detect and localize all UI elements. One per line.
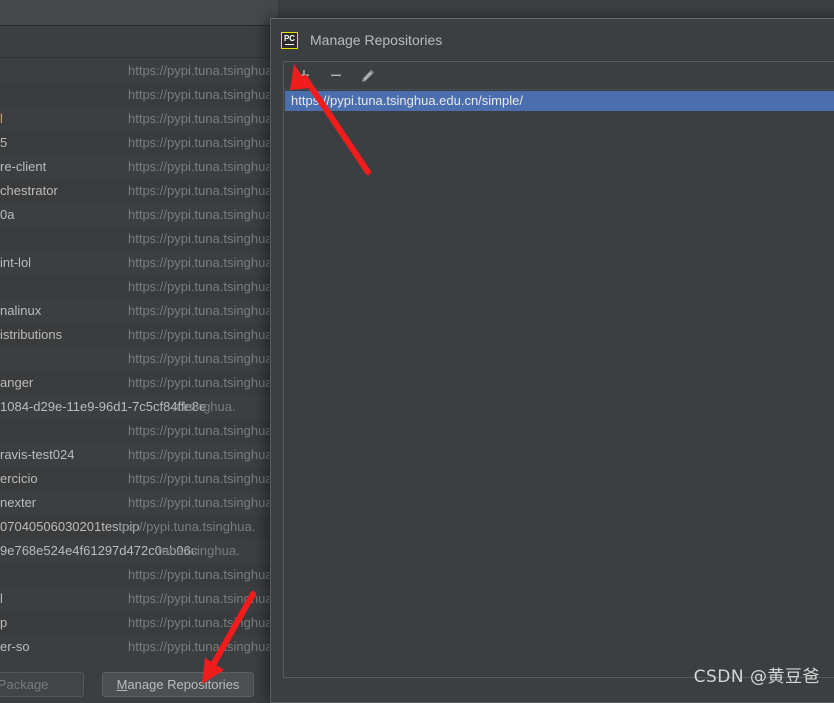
package-repository-url: https://pypi.tuna.tsinghua. <box>128 87 277 102</box>
package-list-row[interactable]: p https://pypi.tuna.tsinghua. <box>0 611 278 635</box>
manage-repositories-button-mnemonic: M <box>116 677 128 692</box>
package-name: ercicio <box>0 471 38 486</box>
package-name: l <box>0 111 3 126</box>
package-list-row[interactable]: l https://pypi.tuna.tsinghua. <box>0 107 278 131</box>
package-list-row[interactable]: https://pypi.tuna.tsinghua. <box>0 275 278 299</box>
package-list-row[interactable]: ercicio https://pypi.tuna.tsinghua. <box>0 467 278 491</box>
add-repository-button[interactable]: + <box>292 64 316 88</box>
package-name: p <box>0 615 8 630</box>
package-list-row[interactable]: https://pypi.tuna.tsinghua. <box>0 563 278 587</box>
pycharm-icon-text: PC <box>283 33 296 43</box>
package-list-row[interactable]: nalinux https://pypi.tuna.tsinghua. <box>0 299 278 323</box>
package-list-row[interactable]: https://pypi.tuna.tsinghua. <box>0 227 278 251</box>
package-repository-url: https://pypi.tuna.tsinghua. <box>128 495 277 510</box>
package-list-row[interactable]: er-utils https://pypi.tuna.tsinghua. <box>0 659 278 660</box>
dialog-title: Manage Repositories <box>310 32 443 48</box>
package-list-row[interactable]: 07040506030201testpip tps://pypi.tuna.tsi… <box>0 515 278 539</box>
package-repository-url: tps://pypi.tuna.tsinghua. <box>118 519 256 534</box>
remove-repository-button[interactable]: − <box>324 64 348 88</box>
package-list-row[interactable]: 9e768e524e4f61297d472c0ab06c tuna.tsinghu… <box>0 539 278 563</box>
package-name: 0a <box>0 207 15 222</box>
package-name: anger <box>0 375 34 390</box>
manage-repositories-button[interactable]: Manage Repositories <box>102 672 254 697</box>
package-list-row[interactable]: l https://pypi.tuna.tsinghua. <box>0 587 278 611</box>
package-list-row[interactable]: 5 https://pypi.tuna.tsinghua. <box>0 131 278 155</box>
package-list-row[interactable]: nexter https://pypi.tuna.tsinghua. <box>0 491 278 515</box>
package-list-row[interactable]: 1084-d29e-11e9-96d1-7c5cf84ffe8e a.tsingh… <box>0 395 278 419</box>
package-repository-url: https://pypi.tuna.tsinghua. <box>128 351 277 366</box>
package-name: nalinux <box>0 303 42 318</box>
dialog-titlebar: PC Manage Repositories <box>271 19 834 61</box>
package-repository-url: tuna.tsinghua. <box>158 543 240 558</box>
package-name: int-lol <box>0 255 32 270</box>
manage-repositories-dialog: PC Manage Repositories + − https://pypi.… <box>270 18 834 703</box>
available-packages-window: https://pypi.tuna.tsinghua. https://pypi.… <box>0 0 278 703</box>
package-repository-url: https://pypi.tuna.tsinghua. <box>128 639 277 654</box>
repository-list[interactable]: https://pypi.tuna.tsinghua.edu.cn/simple… <box>285 91 834 677</box>
available-packages-titlebar <box>0 0 278 26</box>
repository-panel: + − https://pypi.tuna.tsinghua.edu.cn/si… <box>283 61 834 678</box>
install-package-button[interactable]: tall Package <box>0 672 84 697</box>
package-list-row[interactable]: 0a https://pypi.tuna.tsinghua. <box>0 203 278 227</box>
package-repository-url: https://pypi.tuna.tsinghua. <box>128 423 277 438</box>
package-repository-url: https://pypi.tuna.tsinghua. <box>128 111 277 126</box>
pencil-icon <box>361 69 375 82</box>
package-repository-url: https://pypi.tuna.tsinghua. <box>128 375 277 390</box>
package-list[interactable]: https://pypi.tuna.tsinghua. https://pypi.… <box>0 59 278 660</box>
package-repository-url: https://pypi.tuna.tsinghua. <box>128 159 277 174</box>
package-list-row[interactable]: https://pypi.tuna.tsinghua. <box>0 59 278 83</box>
package-list-row[interactable]: ravis-test024 https://pypi.tuna.tsinghua. <box>0 443 278 467</box>
pycharm-icon-underbar <box>285 43 294 46</box>
package-list-row[interactable]: istributions https://pypi.tuna.tsinghua. <box>0 323 278 347</box>
available-packages-search-row[interactable] <box>0 27 278 58</box>
repository-toolbar: + − <box>284 62 834 90</box>
package-repository-url: a.tsinghua. <box>172 399 236 414</box>
package-repository-url: https://pypi.tuna.tsinghua. <box>128 63 277 78</box>
manage-repositories-button-label: anage Repositories <box>127 677 240 692</box>
package-repository-url: https://pypi.tuna.tsinghua. <box>128 615 277 630</box>
package-repository-url: https://pypi.tuna.tsinghua. <box>128 567 277 582</box>
package-repository-url: https://pypi.tuna.tsinghua. <box>128 279 277 294</box>
package-repository-url: https://pypi.tuna.tsinghua. <box>128 183 277 198</box>
repository-list-item[interactable]: https://pypi.tuna.tsinghua.edu.cn/simple… <box>285 91 834 111</box>
package-repository-url: https://pypi.tuna.tsinghua. <box>128 591 277 606</box>
package-name: re-client <box>0 159 47 174</box>
package-repository-url: https://pypi.tuna.tsinghua. <box>128 471 277 486</box>
package-list-row[interactable]: https://pypi.tuna.tsinghua. <box>0 347 278 371</box>
package-name: ravis-test024 <box>0 447 75 462</box>
package-list-row[interactable]: re-client https://pypi.tuna.tsinghua. <box>0 155 278 179</box>
minus-icon: − <box>330 64 342 87</box>
package-name: istributions <box>0 327 63 342</box>
package-name: 5 <box>0 135 8 150</box>
package-repository-url: https://pypi.tuna.tsinghua. <box>128 255 277 270</box>
package-repository-url: https://pypi.tuna.tsinghua. <box>128 303 277 318</box>
plus-icon: + <box>298 64 310 87</box>
package-list-row[interactable]: er-so https://pypi.tuna.tsinghua. <box>0 635 278 659</box>
pycharm-icon: PC <box>281 31 298 49</box>
package-list-row[interactable]: https://pypi.tuna.tsinghua. <box>0 419 278 443</box>
package-list-row[interactable]: int-lol https://pypi.tuna.tsinghua. <box>0 251 278 275</box>
package-repository-url: https://pypi.tuna.tsinghua. <box>128 231 277 246</box>
edit-repository-button[interactable] <box>356 64 380 88</box>
package-name: er-utils <box>0 659 39 660</box>
package-repository-url: https://pypi.tuna.tsinghua. <box>128 207 277 222</box>
package-name: er-so <box>0 639 30 654</box>
package-repository-url: https://pypi.tuna.tsinghua. <box>128 327 277 342</box>
csdn-watermark: CSDN @黄豆爸 <box>693 667 820 687</box>
package-list-row[interactable]: anger https://pypi.tuna.tsinghua. <box>0 371 278 395</box>
screen-root: https://pypi.tuna.tsinghua. https://pypi.… <box>0 0 834 703</box>
package-list-row[interactable]: chestrator https://pypi.tuna.tsinghua. <box>0 179 278 203</box>
package-repository-url: https://pypi.tuna.tsinghua. <box>128 135 277 150</box>
package-name: chestrator <box>0 183 58 198</box>
package-repository-url: https://pypi.tuna.tsinghua. <box>128 659 278 660</box>
package-name: l <box>0 591 3 606</box>
package-repository-url: https://pypi.tuna.tsinghua. <box>128 447 277 462</box>
package-name: nexter <box>0 495 37 510</box>
package-list-row[interactable]: https://pypi.tuna.tsinghua. <box>0 83 278 107</box>
